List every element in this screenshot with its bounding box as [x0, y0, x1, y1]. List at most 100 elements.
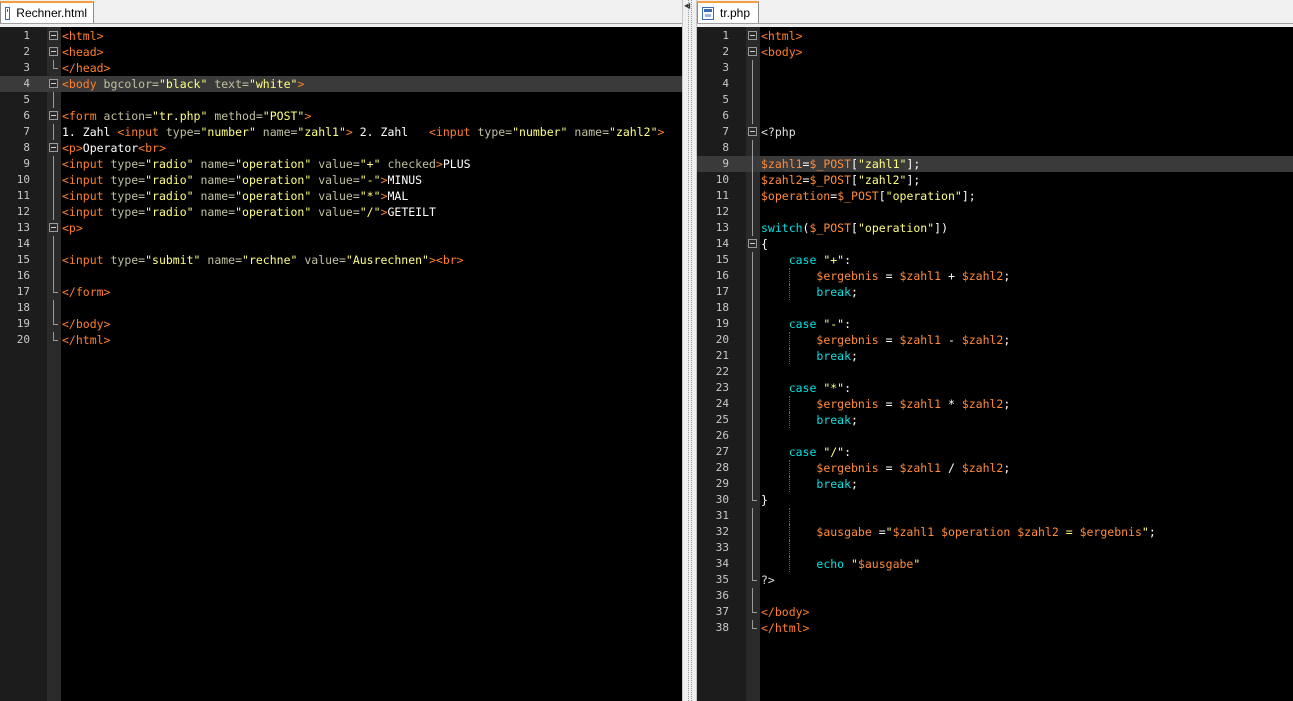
code-line[interactable]: 20 $ergebnis = $zahl1 - $zahl2;	[697, 332, 1293, 348]
fold-toggle-icon[interactable]	[746, 124, 760, 140]
fold-line	[746, 492, 760, 508]
code-line[interactable]: 5	[0, 92, 682, 108]
code-token: >	[657, 125, 665, 139]
code-line[interactable]: 37 </body>	[697, 604, 1293, 620]
code-line[interactable]: 24 $ergebnis = $zahl1 * $zahl2;	[697, 396, 1293, 412]
code-line[interactable]: 3 </head>	[0, 60, 682, 76]
code-line[interactable]: 22	[697, 364, 1293, 380]
tab-tr-php[interactable]: tr.php	[697, 1, 759, 23]
code-line[interactable]: 2 <head>	[0, 44, 682, 60]
code-line[interactable]: 19 case "-":	[697, 316, 1293, 332]
code-line[interactable]: 14 {	[697, 236, 1293, 252]
code-line[interactable]: 8	[697, 140, 1293, 156]
code-line[interactable]: 10 <input type="radio" name="operation" v…	[0, 172, 682, 188]
code-line[interactable]: 30}	[697, 492, 1293, 508]
code-line[interactable]: 29 break;	[697, 476, 1293, 492]
code-line[interactable]: 21 break;	[697, 348, 1293, 364]
code-text: break;	[761, 348, 858, 364]
code-line[interactable]: 17 break;	[697, 284, 1293, 300]
line-number: 36	[715, 589, 729, 602]
code-line[interactable]: 9 $zahl1=$_POST["zahl1"];	[697, 156, 1293, 172]
code-line[interactable]: 19 </body>	[0, 316, 682, 332]
code-line[interactable]: 1 <html>	[697, 28, 1293, 44]
code-token: case	[761, 253, 824, 267]
code-token: PLUS	[442, 157, 471, 171]
code-line[interactable]: 13 <p>	[0, 220, 682, 236]
code-token: "operation"	[235, 173, 312, 187]
code-token: =	[878, 269, 900, 283]
line-number: 5	[722, 93, 729, 106]
split-divider[interactable]: ◀	[682, 0, 697, 701]
code-editor-right[interactable]: 1 <html> 2 <body> 3 4 5 6 7 <?php 8 9 $zahl1=$_POST[…	[697, 27, 1293, 701]
code-line[interactable]: 3	[697, 60, 1293, 76]
code-line[interactable]: 5	[697, 92, 1293, 108]
fold-toggle-icon[interactable]	[746, 28, 760, 44]
code-line[interactable]: 7 <?php	[697, 124, 1293, 140]
code-line[interactable]: 11 <input type="radio" name="operation" v…	[0, 188, 682, 204]
code-token: $zahl2	[761, 173, 803, 187]
code-line[interactable]: 33	[697, 540, 1293, 556]
code-line[interactable]: 25 break;	[697, 412, 1293, 428]
fold-toggle-icon[interactable]	[47, 28, 61, 44]
code-line[interactable]: 4 <body bgcolor="black" text="white">	[0, 76, 682, 92]
fold-toggle-icon[interactable]	[47, 108, 61, 124]
fold-toggle-icon[interactable]	[47, 44, 61, 60]
document-icon	[702, 6, 714, 20]
editor-pane-right: tr.php 1 <html> 2 <body> 3 4 5 6 7 <?php 8 9 $zahl1=…	[697, 0, 1293, 701]
code-token: "POST"	[262, 109, 305, 123]
code-line[interactable]: 12	[697, 204, 1293, 220]
code-line[interactable]: 23 case "*":	[697, 380, 1293, 396]
code-line[interactable]: 26	[697, 428, 1293, 444]
code-token: "radio"	[145, 157, 194, 171]
line-number: 17	[715, 285, 729, 298]
code-line[interactable]: 12 <input type="radio" name="operation" v…	[0, 204, 682, 220]
code-line[interactable]: 8 <p>Operator<br>	[0, 140, 682, 156]
fold-toggle-icon[interactable]	[746, 44, 760, 60]
code-token: method=	[207, 109, 263, 123]
code-line[interactable]: 18	[697, 300, 1293, 316]
code-token: name=	[193, 205, 236, 219]
code-line[interactable]: 7 1. Zahl <input type="number" name="zahl…	[0, 124, 682, 140]
code-editor-left[interactable]: 1 <html> 2 <head> 3 </head> 4 <body bgcolor="bl…	[0, 27, 682, 701]
code-line[interactable]: 13 switch($_POST["operation"])	[697, 220, 1293, 236]
code-line[interactable]: 6	[697, 108, 1293, 124]
code-line[interactable]: 17 </form>	[0, 284, 682, 300]
code-line[interactable]: 34 echo "$ausgabe"	[697, 556, 1293, 572]
code-line[interactable]: 1 <html>	[0, 28, 682, 44]
code-line[interactable]: 27 case "/":	[697, 444, 1293, 460]
fold-toggle-icon[interactable]	[746, 236, 760, 252]
code-line[interactable]: 6 <form action="tr.php" method="POST">	[0, 108, 682, 124]
code-token: /	[941, 461, 962, 475]
code-line[interactable]: 15 case "+":	[697, 252, 1293, 268]
code-line[interactable]: 16 $ergebnis = $zahl1 + $zahl2;	[697, 268, 1293, 284]
code-line[interactable]: 28 $ergebnis = $zahl1 / $zahl2;	[697, 460, 1293, 476]
fold-toggle-icon[interactable]	[47, 76, 61, 92]
code-line[interactable]: 38 </html>	[697, 620, 1293, 636]
tab-rechner-html[interactable]: Rechner.html	[0, 1, 94, 23]
code-line[interactable]: 36	[697, 588, 1293, 604]
code-text: </body>	[761, 604, 809, 620]
fold-line	[746, 92, 760, 108]
code-line[interactable]: 14	[0, 236, 682, 252]
code-line[interactable]: 9 <input type="radio" name="operation" va…	[0, 156, 682, 172]
code-line[interactable]: 15 <input type="submit" name="rechne" val…	[0, 252, 682, 268]
code-line[interactable]: 20 </html>	[0, 332, 682, 348]
code-token: $ausgabe	[857, 557, 914, 571]
code-line[interactable]: 32 $ausgabe ="$zahl1 $operation $zahl2 =…	[697, 524, 1293, 540]
fold-line	[746, 380, 760, 396]
code-line[interactable]: 16	[0, 268, 682, 284]
code-line[interactable]: 11 $operation=$_POST["operation"];	[697, 188, 1293, 204]
code-line[interactable]: 2 <body>	[697, 44, 1293, 60]
code-text: <html>	[62, 28, 104, 44]
line-number: 18	[16, 301, 30, 314]
code-line[interactable]: 18	[0, 300, 682, 316]
code-line[interactable]: 4	[697, 76, 1293, 92]
code-line[interactable]: 10 $zahl2=$_POST["zahl2"];	[697, 172, 1293, 188]
code-line[interactable]: 35 ?>	[697, 572, 1293, 588]
fold-toggle-icon[interactable]	[47, 220, 61, 236]
code-text: echo "$ausgabe"	[761, 556, 920, 572]
tab-bar-right: tr.php	[697, 0, 1293, 24]
code-line[interactable]: 31	[697, 508, 1293, 524]
fold-toggle-icon[interactable]	[47, 140, 61, 156]
code-token: =	[878, 461, 900, 475]
